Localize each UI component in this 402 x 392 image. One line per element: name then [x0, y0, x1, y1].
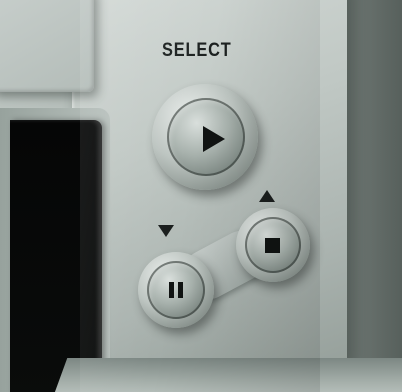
upper-panel-block — [0, 0, 94, 92]
bottom-ledge — [52, 358, 402, 392]
stop-icon — [265, 238, 280, 253]
triangle-down-icon — [158, 225, 174, 237]
device-photo: SELECT — [0, 0, 402, 392]
select-label: SELECT — [162, 40, 232, 61]
display-window — [10, 120, 102, 392]
play-icon — [203, 126, 225, 152]
pause-icon — [169, 282, 185, 298]
triangle-up-icon — [259, 190, 275, 202]
